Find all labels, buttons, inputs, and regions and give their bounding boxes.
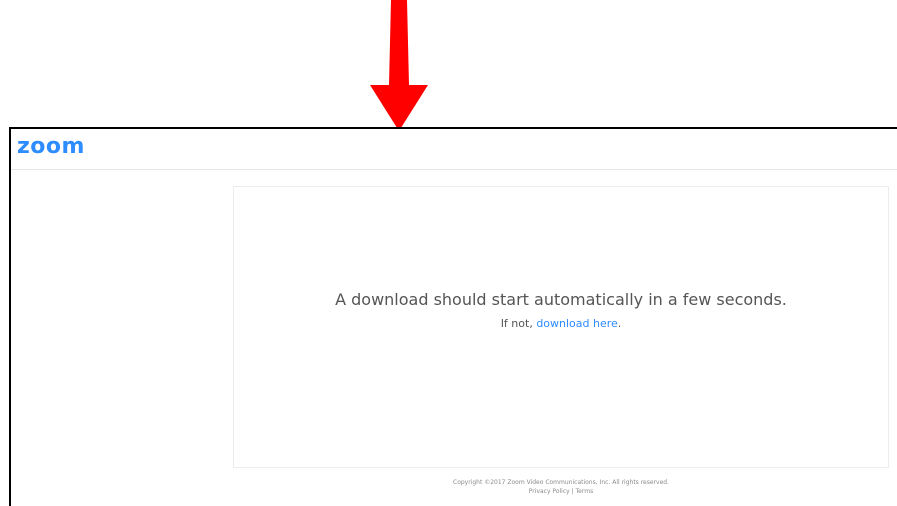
zoom-logo[interactable]: zoom [17,134,85,159]
copyright-text: Copyright ©2017 Zoom Video Communication… [453,479,669,486]
footer-links: Privacy Policy | Terms [233,487,889,496]
down-arrow-icon [370,0,428,131]
fallback-suffix: . [617,317,622,330]
download-fallback-text: If not, download here. [234,317,888,330]
fallback-prefix: If not, [500,317,537,330]
privacy-policy-link[interactable]: Privacy Policy [529,488,570,495]
download-card: A download should start automatically in… [233,186,889,468]
download-here-link[interactable]: download here [536,317,617,330]
download-message: A download should start automatically in… [335,290,787,309]
terms-link[interactable]: Terms [576,488,594,495]
browser-page-frame: zoom A download should start automatical… [9,127,897,506]
top-bar: zoom [11,129,897,170]
page-footer: Copyright ©2017 Zoom Video Communication… [233,478,889,496]
